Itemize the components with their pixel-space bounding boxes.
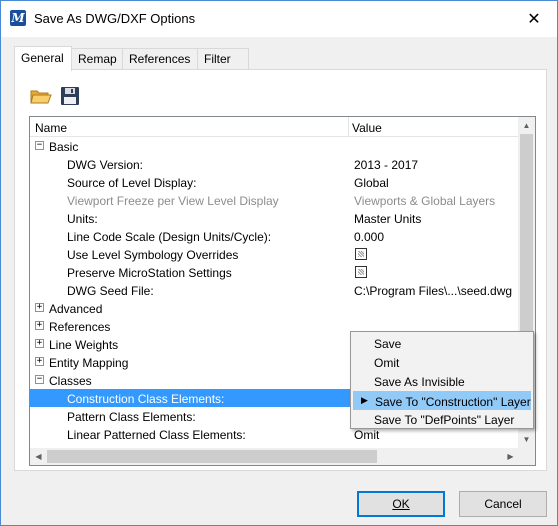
menu-item-save-to-construction-layer[interactable]: ▶ Save To "Construction" Layer xyxy=(353,391,531,410)
open-folder-icon[interactable] xyxy=(30,85,52,107)
category-label: Classes xyxy=(49,374,92,388)
expand-icon[interactable]: + xyxy=(35,321,44,330)
scroll-left-icon[interactable]: ◀ xyxy=(30,448,47,465)
ok-button[interactable]: OK xyxy=(357,491,445,517)
property-label: Linear Patterned Class Elements: xyxy=(67,428,246,442)
property-row[interactable]: DWG Seed File: C:\Program Files\...\seed.… xyxy=(30,281,519,299)
column-header-value[interactable]: Value xyxy=(352,121,382,135)
scroll-up-icon[interactable]: ▲ xyxy=(518,117,535,134)
property-value[interactable]: C:\Program Files\...\seed.dwg xyxy=(354,284,512,298)
cancel-button-label: Cancel xyxy=(484,497,522,511)
scroll-down-icon[interactable]: ▼ xyxy=(518,431,535,448)
close-button[interactable]: ✕ xyxy=(511,1,557,37)
menu-item-label: Omit xyxy=(374,356,400,370)
property-value[interactable]: 2013 - 2017 xyxy=(354,158,418,172)
menu-item-label: Save As Invisible xyxy=(374,375,465,389)
property-label: DWG Version: xyxy=(67,158,144,172)
property-row[interactable]: DWG Version: 2013 - 2017 xyxy=(30,155,519,173)
save-floppy-icon[interactable] xyxy=(59,85,81,107)
category-row[interactable]: − Basic xyxy=(30,137,519,155)
menu-item-save-as-invisible[interactable]: Save As Invisible xyxy=(353,372,531,391)
microstation-logo-icon: M xyxy=(10,10,26,26)
window-title: Save As DWG/DXF Options xyxy=(34,11,196,26)
menu-item-label: Save To "DefPoints" Layer xyxy=(374,413,515,427)
property-value[interactable]: Viewports & Global Layers xyxy=(354,194,495,208)
menu-item-save[interactable]: Save xyxy=(353,334,531,353)
category-label: Basic xyxy=(49,140,79,154)
horizontal-scroll-thumb[interactable] xyxy=(47,450,377,463)
property-row[interactable]: Units: Master Units xyxy=(30,209,519,227)
scrollbar-corner xyxy=(518,448,535,465)
property-row[interactable]: Viewport Freeze per View Level Display Vi… xyxy=(30,191,519,209)
property-label: Viewport Freeze per View Level Display xyxy=(67,194,279,208)
column-divider[interactable] xyxy=(348,117,349,137)
indeterminate-checkbox[interactable] xyxy=(355,266,367,278)
property-value[interactable]: Master Units xyxy=(354,212,421,226)
tab-general[interactable]: General xyxy=(14,46,72,71)
property-label: Pattern Class Elements: xyxy=(67,410,196,424)
category-row[interactable]: + Advanced xyxy=(30,299,519,317)
value-dropdown-menu: Save Omit Save As Invisible ▶ Save To "C… xyxy=(350,331,534,429)
tab-references[interactable]: References xyxy=(122,48,198,70)
menu-item-omit[interactable]: Omit xyxy=(353,353,531,372)
category-label: References xyxy=(49,320,111,334)
property-label: Line Code Scale (Design Units/Cycle): xyxy=(67,230,272,244)
tab-filter[interactable]: Filter xyxy=(197,48,249,70)
ok-button-label: OK xyxy=(392,497,410,511)
category-label: Line Weights xyxy=(49,338,119,352)
horizontal-scrollbar[interactable]: ◀ ▶ xyxy=(30,448,519,465)
property-row[interactable]: Preserve MicroStation Settings xyxy=(30,263,519,281)
title-bar[interactable]: M Save As DWG/DXF Options ✕ xyxy=(1,1,557,37)
menu-item-save-to-defpoints-layer[interactable]: Save To "DefPoints" Layer xyxy=(353,410,531,429)
column-header-name[interactable]: Name xyxy=(35,121,67,135)
category-label: Advanced xyxy=(49,302,103,316)
expand-icon[interactable]: + xyxy=(35,303,44,312)
collapse-icon[interactable]: − xyxy=(35,375,44,384)
menu-item-label: Save xyxy=(374,337,402,351)
property-value[interactable]: Global xyxy=(354,176,389,190)
property-row[interactable]: Use Level Symbology Overrides xyxy=(30,245,519,263)
property-row[interactable]: Source of Level Display: Global xyxy=(30,173,519,191)
grid-header: Name Value xyxy=(30,117,519,137)
save-as-dwg-dxf-dialog: M Save As DWG/DXF Options ✕ General Rema… xyxy=(0,0,558,526)
expand-icon[interactable]: + xyxy=(35,357,44,366)
indeterminate-checkbox[interactable] xyxy=(355,248,367,260)
property-label: Construction Class Elements: xyxy=(67,392,225,406)
tab-remap[interactable]: Remap xyxy=(71,48,123,70)
current-selection-icon: ▶ xyxy=(361,395,368,405)
property-label: Use Level Symbology Overrides xyxy=(67,248,239,262)
property-value[interactable]: 0.000 xyxy=(354,230,384,244)
property-label: DWG Seed File: xyxy=(67,284,154,298)
scroll-right-icon[interactable]: ▶ xyxy=(502,448,519,465)
collapse-icon[interactable]: − xyxy=(35,141,44,150)
property-value[interactable]: Omit xyxy=(354,428,379,442)
property-label: Preserve MicroStation Settings xyxy=(67,266,232,280)
cancel-button[interactable]: Cancel xyxy=(459,491,547,517)
expand-icon[interactable]: + xyxy=(35,339,44,348)
property-label: Units: xyxy=(67,212,98,226)
property-row[interactable]: Line Code Scale (Design Units/Cycle): 0.0… xyxy=(30,227,519,245)
menu-item-label: Save To "Construction" Layer xyxy=(375,395,531,409)
close-icon: ✕ xyxy=(527,11,541,28)
property-label: Source of Level Display: xyxy=(67,176,197,190)
category-label: Entity Mapping xyxy=(49,356,129,370)
